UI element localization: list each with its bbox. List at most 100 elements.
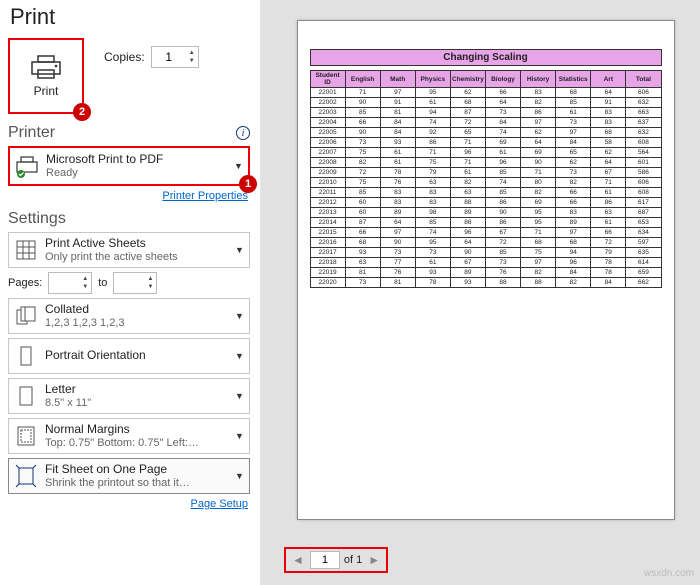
table-cell: 78 [591,268,626,278]
table-cell: 22007 [310,148,345,158]
table-cell: 89 [556,218,591,228]
table-cell: 74 [415,228,450,238]
print-preview-area: Changing Scaling Student IDEnglishMathPh… [260,0,700,585]
table-cell: 659 [626,268,661,278]
print-button-label: Print [34,84,59,98]
table-row: 220107576638274808271606 [310,178,661,188]
table-cell: 68 [521,238,556,248]
table-header: Student ID [310,71,345,88]
table-cell: 67 [591,168,626,178]
table-cell: 86 [521,108,556,118]
table-cell: 75 [415,158,450,168]
spinner-down-icon[interactable]: ▼ [186,57,198,65]
collate-sub: 1,2,3 1,2,3 1,2,3 [45,317,229,329]
table-cell: 73 [380,248,415,258]
paper-size-dropdown[interactable]: Letter 8.5" x 11" ▼ [8,378,250,414]
table-cell: 68 [345,238,380,248]
table-cell: 93 [345,248,380,258]
table-cell: 84 [380,128,415,138]
table-cell: 81 [380,108,415,118]
table-cell: 63 [591,208,626,218]
table-cell: 85 [485,168,520,178]
preview-page: Changing Scaling Student IDEnglishMathPh… [297,20,675,520]
spinner-up-icon[interactable]: ▲ [79,275,91,283]
table-header: English [345,71,380,88]
table-row: 220198176938976828478659 [310,268,661,278]
pages-from-input[interactable] [49,275,79,291]
orientation-dropdown[interactable]: Portrait Orientation ▼ [8,338,250,374]
table-cell: 73 [345,278,380,288]
table-cell: 85 [345,188,380,198]
printer-status-icon [14,153,40,179]
margins-sub: Top: 0.75" Bottom: 0.75" Left:… [45,437,229,449]
table-cell: 89 [450,208,485,218]
printer-properties-link[interactable]: Printer Properties [162,190,248,202]
copies-spinner[interactable]: ▲ ▼ [151,46,199,68]
table-cell: 83 [380,198,415,208]
table-cell: 88 [521,278,556,288]
table-cell: 606 [626,88,661,98]
spinner-up-icon[interactable]: ▲ [144,275,156,283]
prev-page-button[interactable]: ◄ [290,553,306,567]
pages-to-input[interactable] [114,275,144,291]
margins-icon [13,423,39,449]
table-cell: 83 [380,188,415,198]
scaling-dropdown[interactable]: Fit Sheet on One Page Shrink the printou… [8,458,250,494]
spinner-up-icon[interactable]: ▲ [186,49,198,57]
table-cell: 22014 [310,218,345,228]
table-row: 220029091616864828591632 [310,98,661,108]
page-number-input[interactable] [310,551,340,569]
table-cell: 635 [626,248,661,258]
margins-label: Normal Margins [45,423,229,436]
preview-table: Student IDEnglishMathPhysicsChemistryBio… [310,70,662,288]
table-cell: 90 [450,248,485,258]
printer-name: Microsoft Print to PDF [46,153,228,166]
table-cell: 74 [415,118,450,128]
table-row: 220136089988990958363687 [310,208,661,218]
next-page-button[interactable]: ► [366,553,382,567]
table-row: 220046684747284977383637 [310,118,661,128]
table-cell: 72 [485,238,520,248]
table-header: Total [626,71,661,88]
callout-badge-1: 1 [239,175,257,193]
table-cell: 606 [626,178,661,188]
table-row: 220186377616773979678614 [310,258,661,268]
table-cell: 91 [380,98,415,108]
table-header: Biology [485,71,520,88]
chevron-down-icon: ▼ [235,391,245,401]
table-cell: 22001 [310,88,345,98]
table-cell: 85 [345,108,380,118]
table-cell: 94 [556,248,591,258]
table-cell: 84 [556,268,591,278]
spinner-down-icon[interactable]: ▼ [79,283,91,291]
table-cell: 76 [380,268,415,278]
printer-icon [28,54,64,80]
copies-input[interactable] [152,49,186,65]
table-cell: 22010 [310,178,345,188]
table-cell: 82 [345,158,380,168]
table-cell: 58 [591,138,626,148]
page-setup-link[interactable]: Page Setup [191,498,249,510]
table-cell: 96 [485,158,520,168]
table-cell: 64 [380,218,415,228]
spinner-down-icon[interactable]: ▼ [144,283,156,291]
print-what-dropdown[interactable]: Print Active Sheets Only print the activ… [8,232,250,268]
table-cell: 68 [450,98,485,108]
table-header: Physics [415,71,450,88]
table-cell: 73 [415,248,450,258]
margins-dropdown[interactable]: Normal Margins Top: 0.75" Bottom: 0.75" … [8,418,250,454]
table-cell: 586 [626,168,661,178]
table-cell: 83 [591,108,626,118]
table-row: 220166890956472686872597 [310,238,661,248]
table-cell: 617 [626,198,661,208]
info-icon[interactable]: i [236,126,250,140]
collate-dropdown[interactable]: Collated 1,2,3 1,2,3 1,2,3 ▼ [8,298,250,334]
table-cell: 82 [556,278,591,288]
pages-from-spinner[interactable]: ▲▼ [48,272,92,294]
print-button[interactable]: Print 2 [8,38,84,114]
pages-to-spinner[interactable]: ▲▼ [113,272,157,294]
table-cell: 61 [591,218,626,228]
printer-dropdown[interactable]: Microsoft Print to PDF Ready ▼ 1 [8,146,250,186]
table-cell: 22009 [310,168,345,178]
table-row: 220156697749667719766634 [310,228,661,238]
